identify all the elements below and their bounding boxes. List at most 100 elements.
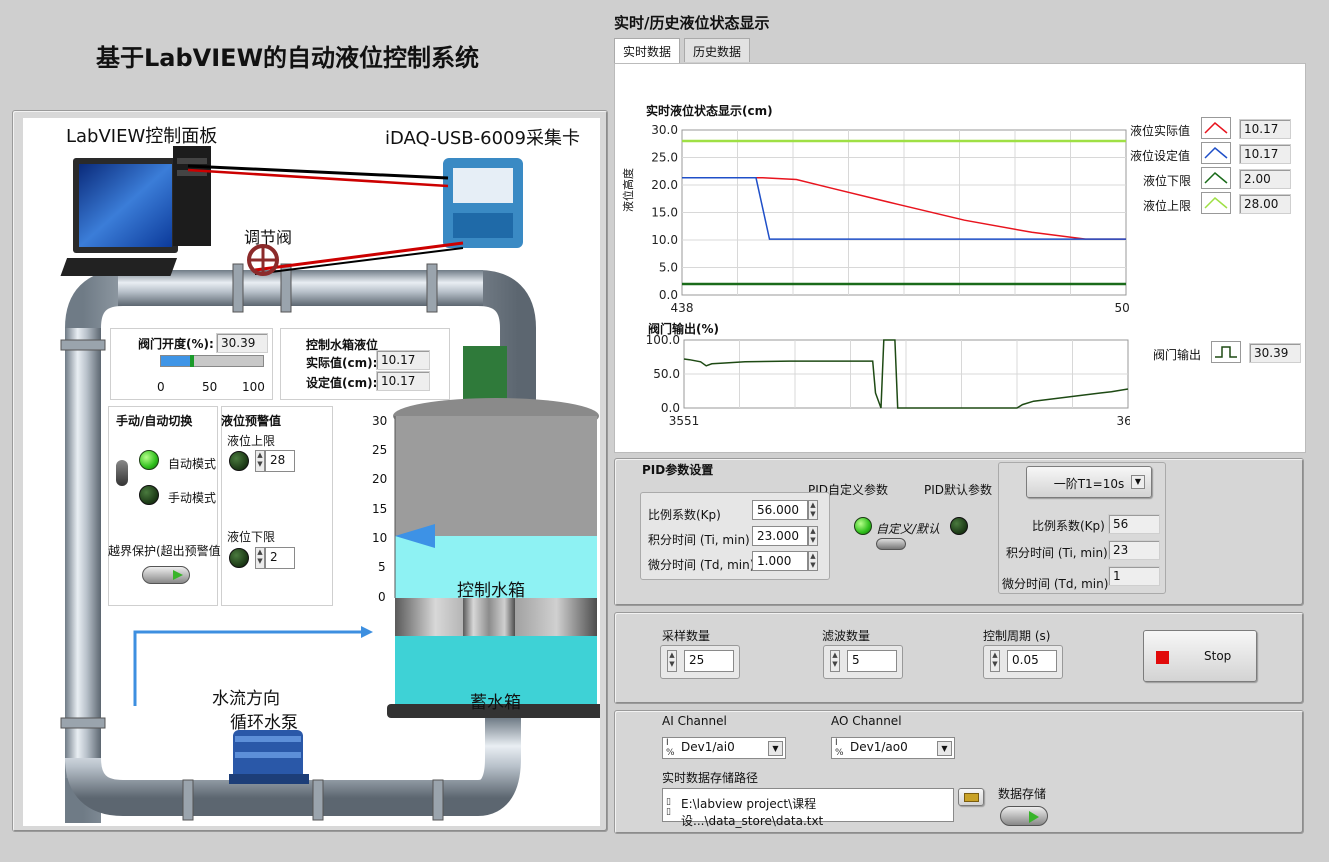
folder-browse-button[interactable] [958, 788, 984, 806]
legend-swatch [1201, 167, 1231, 189]
pid-mode-toggle[interactable] [876, 538, 906, 550]
default-kp-value: 56 [1108, 514, 1160, 534]
default-td-label: 微分时间 (Td, min) [1002, 577, 1109, 591]
td-input[interactable]: 1.000 [752, 551, 808, 571]
auto-mode-led [139, 450, 159, 470]
pid-default-heading: PID默认参数 [924, 483, 993, 497]
samples-spinner[interactable]: ▲ ▼ [667, 650, 677, 672]
level-y-tick-label: 20.0 [651, 178, 678, 192]
legend-lower-label: 液位下限 [1143, 174, 1192, 188]
valve-x-tick-label: 3551 [669, 414, 700, 428]
tank-actual-value: 10.17 [376, 350, 430, 370]
ao-channel-select[interactable]: I% Dev1/ao0 ▼ [831, 737, 955, 759]
level-y-tick-label: 10.0 [651, 233, 678, 247]
filter-spinner[interactable]: ▲ ▼ [830, 650, 840, 672]
kp-input[interactable]: 56.000 [752, 500, 808, 520]
valve-y-tick-label: 100.0 [646, 333, 680, 347]
chevron-down-icon: ▼ [1131, 475, 1145, 489]
ti-label: 积分时间 (Ti, min) [648, 533, 750, 547]
ao-channel-label: AO Channel [831, 714, 902, 728]
default-kp-label: 比例系数(Kp) [1032, 519, 1105, 533]
legend-swatch-line [1204, 146, 1228, 159]
tank-actual-label: 实际值(cm): [306, 356, 378, 370]
valve-y-tick-label: 0.0 [661, 401, 680, 415]
legend-swatch-stroke [1204, 121, 1228, 134]
channel-icon: I% [835, 738, 844, 758]
td-spinner[interactable]: ▲ ▼ [808, 551, 818, 571]
keyboard-icon [60, 258, 178, 276]
valve-opening-bar [160, 355, 264, 367]
upper-limit-input[interactable]: 28 [265, 450, 295, 472]
default-pid-led [950, 517, 968, 535]
tank-scale-30: 30 [372, 414, 388, 428]
pipe-flange [182, 779, 194, 821]
samples-input[interactable]: 25 [684, 650, 734, 672]
default-ti-label: 积分时间 (Ti, min) [1006, 546, 1108, 560]
chevron-down-icon[interactable]: ▼ [768, 741, 783, 756]
filter-label: 滤波数量 [822, 629, 871, 643]
protect-toggle-button[interactable] [142, 566, 190, 584]
tank-scale-20: 20 [372, 472, 388, 486]
alarm-heading: 液位预警值 [221, 414, 282, 428]
save-label: 数据存储 [998, 787, 1047, 801]
level-y-tick-label: 5.0 [659, 261, 678, 275]
valve-scale-0: 0 [157, 380, 165, 394]
legend-swatch [1201, 192, 1231, 214]
legend-actual-value: 10.17 [1239, 119, 1291, 139]
legend-upper-label: 液位上限 [1143, 199, 1192, 213]
stop-button[interactable]: Stop [1143, 630, 1257, 682]
daq-label: iDAQ-USB-6009采集卡 [385, 128, 580, 149]
alarm-lower-label: 液位下限 [227, 530, 276, 544]
td-label: 微分时间 (Td, min) [648, 558, 755, 572]
save-toggle-button[interactable] [1000, 806, 1048, 826]
valve-label: 调节阀 [244, 228, 293, 247]
valve-output-chart: 100.0 50.0 0.03551 363 [646, 333, 1130, 428]
tab-realtime[interactable]: 实时数据 [614, 38, 681, 64]
level-x-tick-label: 504 [1115, 301, 1130, 315]
legend-swatch [1201, 142, 1231, 164]
upper-limit-spinner[interactable]: ▲ ▼ [255, 450, 265, 472]
ao-channel-value: Dev1/ao0 [850, 740, 908, 754]
manual-mode-label: 手动模式 [168, 491, 217, 505]
level-y-tick-label: 30.0 [651, 123, 678, 137]
ai-channel-select[interactable]: I% Dev1/ai0 ▼ [662, 737, 786, 759]
chevron-down-icon[interactable]: ▼ [937, 741, 952, 756]
legend-setpoint-value: 10.17 [1239, 144, 1291, 164]
level-chart: 30.0 25.0 20.0 15.0 10.0 5.0 0.0438 504 [651, 123, 1130, 315]
tank-label: 控制水箱 [457, 581, 525, 601]
tank-scale-10: 10 [372, 531, 388, 545]
mode-heading: 手动/自动切换 [116, 414, 193, 428]
legend-swatch-stroke [1204, 196, 1228, 209]
valve-scale-50: 50 [202, 380, 218, 394]
filter-input[interactable]: 5 [847, 650, 897, 672]
legend-valve-swatch [1211, 341, 1241, 363]
valve-opening-fill [161, 356, 192, 366]
tab-history[interactable]: 历史数据 [684, 38, 751, 62]
tank-scale-5: 5 [378, 560, 386, 574]
kp-spinner[interactable]: ▲ ▼ [808, 500, 818, 520]
period-spinner[interactable]: ▲ ▼ [990, 650, 1000, 672]
mode-toggle-switch[interactable] [116, 460, 128, 486]
level-chart-ylabel: 液位高度 [622, 168, 635, 212]
lower-limit-input[interactable]: 2 [265, 547, 295, 569]
tank-level-heading: 控制水箱液位 [306, 338, 379, 352]
legend-swatch-line [1204, 171, 1228, 184]
legend-upper-value: 28.00 [1239, 194, 1291, 214]
flow-label: 水流方向 [212, 689, 280, 709]
lower-limit-spinner[interactable]: ▲ ▼ [255, 547, 265, 569]
path-input[interactable]: ▯ ▯ E:\labview project\课程设...\data_store\… [662, 788, 954, 828]
default-td-value: 1 [1108, 566, 1160, 586]
path-value: E:\labview project\课程设...\data_store\dat… [681, 797, 824, 828]
pid-toggle-label: 自定义/默认 [876, 522, 941, 536]
valve-opening-value: 30.39 [216, 333, 268, 353]
legend-valve-label: 阀门输出 [1153, 348, 1202, 362]
pipe-flange [60, 717, 106, 729]
pipe-flange [60, 339, 106, 351]
period-input[interactable]: 0.05 [1007, 650, 1057, 672]
samples-label: 采样数量 [662, 629, 711, 643]
pid-preset-dropdown[interactable]: 一阶T1=10s ▼ [1026, 466, 1152, 498]
custom-pid-led [854, 517, 872, 535]
pipe-flange [426, 263, 438, 313]
ti-spinner[interactable]: ▲ ▼ [808, 526, 818, 546]
ti-input[interactable]: 23.000 [752, 526, 808, 546]
